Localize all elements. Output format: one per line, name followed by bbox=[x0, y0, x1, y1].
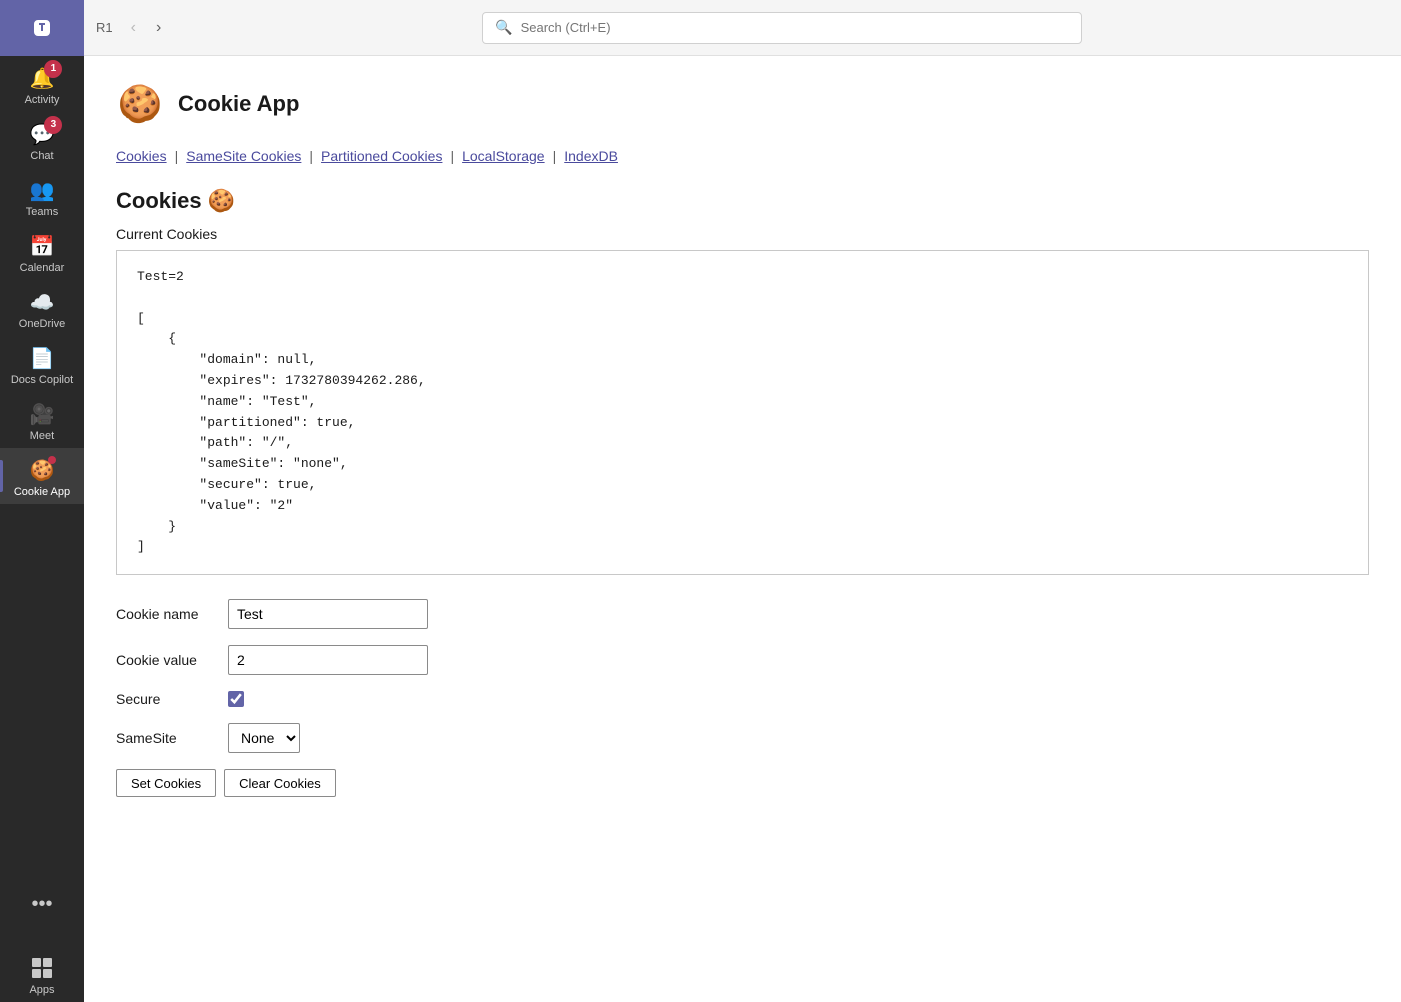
app-header: 🍪 Cookie App bbox=[116, 80, 1369, 128]
cookie-name-input[interactable] bbox=[228, 599, 428, 629]
sidebar-item-teams[interactable]: 👥 Teams bbox=[0, 168, 84, 224]
teams-logo[interactable] bbox=[0, 0, 84, 56]
nav-link-samesite[interactable]: SameSite Cookies bbox=[186, 148, 301, 164]
forward-button[interactable]: › bbox=[150, 15, 167, 41]
breadcrumb: R1 bbox=[96, 20, 113, 35]
teams-icon: 👥 bbox=[30, 178, 54, 202]
cookie-display: Test=2 [ { "domain": null, "expires": 17… bbox=[116, 250, 1369, 575]
nav-link-localstorage[interactable]: LocalStorage bbox=[462, 148, 545, 164]
sidebar-item-more[interactable]: ••• bbox=[0, 882, 84, 922]
chat-icon: 💬 3 bbox=[30, 122, 54, 146]
nav-sep-1: | bbox=[175, 148, 179, 164]
onedrive-icon: ☁️ bbox=[30, 290, 54, 314]
button-row: Set Cookies Clear Cookies bbox=[116, 769, 1369, 797]
topbar: R1 ‹ › 🔍 bbox=[84, 0, 1401, 56]
current-cookies-label: Current Cookies bbox=[116, 226, 1369, 242]
cookie-name-label: Cookie name bbox=[116, 606, 216, 622]
cookie-name-row: Cookie name bbox=[116, 599, 1369, 629]
more-icon: ••• bbox=[30, 892, 54, 916]
sidebar-item-apps-label: Apps bbox=[29, 984, 54, 996]
search-input[interactable] bbox=[521, 20, 1070, 35]
nav-sep-2: | bbox=[309, 148, 313, 164]
nav-link-partitioned[interactable]: Partitioned Cookies bbox=[321, 148, 442, 164]
calendar-icon: 📅 bbox=[30, 234, 54, 258]
sidebar-item-calendar-label: Calendar bbox=[20, 262, 65, 274]
cookie-app-badge-dot bbox=[48, 456, 56, 464]
sidebar-item-docs-copilot[interactable]: 📄 Docs Copilot bbox=[0, 336, 84, 392]
sidebar-item-chat-label: Chat bbox=[30, 150, 53, 162]
sidebar-item-docs-copilot-label: Docs Copilot bbox=[11, 374, 73, 386]
search-icon: 🔍 bbox=[495, 19, 512, 36]
sidebar-item-teams-label: Teams bbox=[26, 206, 58, 218]
cookie-app-icon: 🍪 bbox=[30, 458, 54, 482]
sidebar-item-cookie-app-label: Cookie App bbox=[14, 486, 70, 498]
cookie-value-input[interactable] bbox=[228, 645, 428, 675]
cookie-value-row: Cookie value bbox=[116, 645, 1369, 675]
main-content: 🍪 Cookie App Cookies | SameSite Cookies … bbox=[84, 56, 1401, 1002]
sidebar-item-activity-label: Activity bbox=[25, 94, 60, 106]
nav-links: Cookies | SameSite Cookies | Partitioned… bbox=[116, 148, 1369, 164]
nav-link-indexdb[interactable]: IndexDB bbox=[564, 148, 618, 164]
app-icon: 🍪 bbox=[116, 80, 164, 128]
nav-link-cookies[interactable]: Cookies bbox=[116, 148, 167, 164]
meet-icon: 🎥 bbox=[30, 402, 54, 426]
samesite-select[interactable]: None Lax Strict bbox=[228, 723, 300, 753]
nav-sep-4: | bbox=[553, 148, 557, 164]
docs-copilot-icon: 📄 bbox=[30, 346, 54, 370]
sidebar-item-meet[interactable]: 🎥 Meet bbox=[0, 392, 84, 448]
sidebar-item-chat[interactable]: 💬 3 Chat bbox=[0, 112, 84, 168]
sidebar-item-onedrive-label: OneDrive bbox=[19, 318, 65, 330]
activity-badge: 1 bbox=[44, 60, 62, 78]
chat-badge: 3 bbox=[44, 116, 62, 134]
secure-label: Secure bbox=[116, 691, 216, 707]
set-cookies-button[interactable]: Set Cookies bbox=[116, 769, 216, 797]
search-bar[interactable]: 🔍 bbox=[482, 12, 1082, 44]
activity-icon: 🔔 1 bbox=[30, 66, 54, 90]
sidebar-item-activity[interactable]: 🔔 1 Activity bbox=[0, 56, 84, 112]
clear-cookies-button[interactable]: Clear Cookies bbox=[224, 769, 336, 797]
cookie-value-label: Cookie value bbox=[116, 652, 216, 668]
apps-icon bbox=[30, 956, 54, 980]
sidebar-item-meet-label: Meet bbox=[30, 430, 54, 442]
samesite-label: SameSite bbox=[116, 730, 216, 746]
samesite-row: SameSite None Lax Strict bbox=[116, 723, 1369, 753]
nav-sep-3: | bbox=[450, 148, 454, 164]
sidebar-item-apps[interactable]: Apps bbox=[0, 946, 84, 1002]
sidebar-item-onedrive[interactable]: ☁️ OneDrive bbox=[0, 280, 84, 336]
back-button[interactable]: ‹ bbox=[125, 15, 142, 41]
sidebar-item-cookie-app[interactable]: 🍪 Cookie App bbox=[0, 448, 84, 504]
section-heading: Cookies 🍪 bbox=[116, 188, 1369, 214]
sidebar: 🔔 1 Activity 💬 3 Chat 👥 Teams 📅 Calendar… bbox=[0, 0, 84, 1002]
secure-checkbox[interactable] bbox=[228, 691, 244, 707]
app-title: Cookie App bbox=[178, 91, 299, 117]
sidebar-item-calendar[interactable]: 📅 Calendar bbox=[0, 224, 84, 280]
secure-row: Secure bbox=[116, 691, 1369, 707]
